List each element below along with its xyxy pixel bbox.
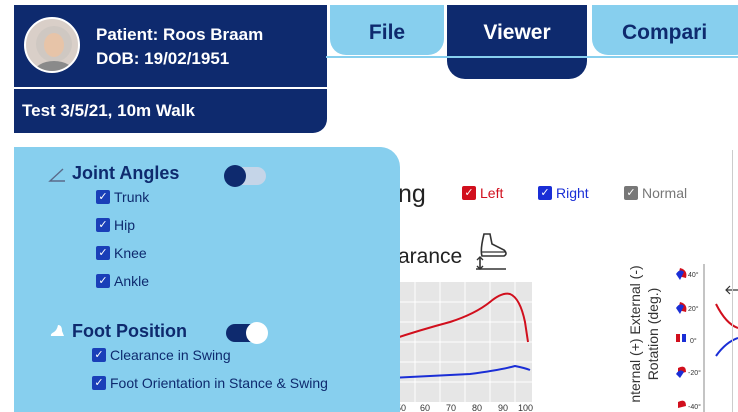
legend-left[interactable]: ✓ Left xyxy=(462,185,503,201)
legend-right-label: Right xyxy=(556,185,589,201)
toggle-knob xyxy=(246,322,268,344)
rotation-label-line1: nternal (+) External (-) xyxy=(627,264,643,403)
legend-normal[interactable]: ✓ Normal xyxy=(624,185,687,201)
tab-viewer[interactable]: Viewer xyxy=(447,5,587,79)
tab-divider xyxy=(326,56,738,58)
patient-header: Patient: Roos Braam DOB: 19/02/1951 Test… xyxy=(14,5,327,133)
checkbox-hip[interactable]: ✓ Hip xyxy=(96,217,135,233)
legend-normal-label: Normal xyxy=(642,185,688,201)
checkbox-label: Hip xyxy=(114,217,136,233)
x-tick: 80 xyxy=(472,403,483,412)
legend-left-checkbox[interactable]: ✓ xyxy=(462,186,476,200)
rotation-label-line2: Rotation (deg.) xyxy=(645,287,661,380)
legend-left-label: Left xyxy=(480,185,504,201)
check-icon: ✓ xyxy=(92,348,106,362)
x-tick: 90 xyxy=(498,403,509,412)
rotation-tick: 20° xyxy=(688,306,699,313)
patient-dob: DOB: 19/02/1951 xyxy=(96,49,230,68)
x-tick: 70 xyxy=(446,403,457,412)
x-tick: 100 xyxy=(518,403,534,412)
rotation-axis-label: nternal (+) External (-) Rotation (deg.) xyxy=(614,255,674,412)
checkbox-label: Foot Orientation in Stance & Swing xyxy=(110,375,328,391)
rotation-tick: -20° xyxy=(688,370,701,377)
content-divider xyxy=(732,150,733,412)
foot-icon xyxy=(48,323,66,344)
legend-right[interactable]: ✓ Right xyxy=(538,185,589,201)
angle-icon xyxy=(48,167,66,188)
left-series-line xyxy=(389,292,529,343)
tab-comparison[interactable]: Compari xyxy=(592,5,738,55)
checkbox-knee[interactable]: ✓ Knee xyxy=(96,245,147,261)
shoe-clearance-icon xyxy=(476,230,510,275)
check-icon: ✓ xyxy=(92,376,106,390)
rotation-tick: 0° xyxy=(690,338,697,345)
checkbox-label: Knee xyxy=(114,245,147,261)
foot-position-toggle[interactable] xyxy=(226,322,268,344)
checkbox-clearance-in-swing[interactable]: ✓ Clearance in Swing xyxy=(92,347,231,363)
toggle-knob xyxy=(224,165,246,187)
checkbox-trunk[interactable]: ✓ Trunk xyxy=(96,189,149,205)
foot-position-title: Foot Position xyxy=(72,321,187,341)
x-tick: 60 xyxy=(420,403,431,412)
joint-angles-title: Joint Angles xyxy=(72,163,180,183)
right-series-line xyxy=(389,364,531,379)
patient-avatar xyxy=(24,17,80,73)
clearance-chart xyxy=(389,282,532,402)
checkbox-label: Clearance in Swing xyxy=(110,347,231,363)
check-icon: ✓ xyxy=(96,274,110,288)
legend-normal-checkbox[interactable]: ✓ xyxy=(624,186,638,200)
section-title: ng xyxy=(398,180,426,208)
check-icon: ✓ xyxy=(96,190,110,204)
display-options-panel: Joint Angles ✓ Trunk ✓ Hip ✓ Knee ✓ Ankl… xyxy=(14,147,400,412)
checkbox-foot-orientation[interactable]: ✓ Foot Orientation in Stance & Swing xyxy=(92,375,328,391)
patient-divider xyxy=(14,87,327,89)
joint-angles-toggle[interactable] xyxy=(224,165,266,187)
foot-rotation-chart: 40° 20° 0° -20° -40° xyxy=(666,264,738,412)
test-label[interactable]: Test 3/5/21, 10m Walk xyxy=(22,101,195,121)
legend-right-checkbox[interactable]: ✓ xyxy=(538,186,552,200)
patient-name: Patient: Roos Braam xyxy=(96,25,264,44)
rotation-tick: 40° xyxy=(688,272,699,279)
clearance-title: arance xyxy=(398,245,463,268)
checkbox-ankle[interactable]: ✓ Ankle xyxy=(96,273,149,289)
checkbox-label: Trunk xyxy=(114,189,150,205)
check-icon: ✓ xyxy=(96,218,110,232)
checkbox-label: Ankle xyxy=(114,273,150,289)
rotation-tick: -40° xyxy=(688,404,701,411)
check-icon: ✓ xyxy=(96,246,110,260)
tab-file[interactable]: File xyxy=(330,5,444,55)
